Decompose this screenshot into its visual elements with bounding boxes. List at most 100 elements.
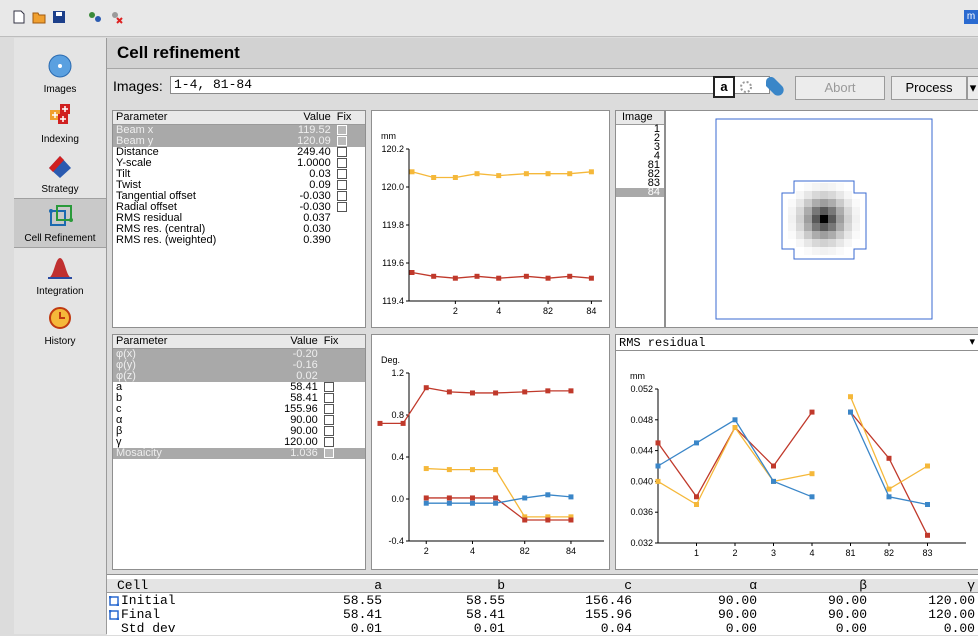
table-row[interactable]: Mosaicity 1.036 (113, 448, 365, 459)
column-header[interactable]: b (497, 579, 505, 592)
fix-checkbox[interactable] (323, 448, 334, 459)
x-tick-label: 84 (566, 546, 576, 556)
table-row[interactable]: c 155.96 (113, 404, 365, 415)
images-input[interactable]: 1-4, 81-84 (170, 76, 770, 94)
cell-value: 0.00 (943, 621, 975, 636)
sidebar-item-strategy[interactable]: Strategy (14, 150, 106, 198)
data-point (655, 478, 661, 484)
column-header[interactable]: γ (967, 579, 975, 592)
cell-link-icon (109, 610, 119, 620)
spinner-icon[interactable] (739, 80, 753, 94)
x-tick-label: 4 (809, 548, 814, 558)
sidebar-item-cell-refinement[interactable]: Cell Refinement (14, 198, 106, 248)
data-point (377, 420, 383, 426)
fix-checkbox[interactable] (323, 382, 334, 393)
sidebar-item-indexing[interactable]: Indexing (14, 100, 106, 148)
spot-pixel (852, 215, 860, 223)
new-file-icon[interactable] (12, 10, 26, 24)
chevron-down-icon[interactable]: ▾ (969, 335, 975, 348)
column-header[interactable]: β (859, 579, 867, 592)
fix-checkbox[interactable] (336, 191, 347, 202)
sidebar-item-history[interactable]: History (14, 302, 106, 350)
table-row[interactable]: φ(z) 0.02 (113, 371, 365, 382)
column-header[interactable]: c (624, 579, 632, 592)
window-badge[interactable]: m (964, 10, 978, 24)
data-point (522, 495, 528, 501)
sidebar-item-images[interactable]: Images (14, 50, 106, 98)
table-row[interactable]: α 90.00 (113, 415, 365, 426)
spot-pixel (812, 199, 820, 207)
images-icon (48, 54, 72, 78)
delete-tool-icon[interactable] (110, 10, 124, 24)
spot-pixel (820, 247, 828, 255)
fix-checkbox[interactable] (336, 202, 347, 213)
column-header[interactable]: Cell (117, 579, 148, 592)
column-header[interactable]: a (374, 579, 382, 592)
spot-pixel (836, 191, 844, 199)
image-list-item[interactable]: 84 (616, 187, 664, 198)
molecule-tool-icon[interactable] (88, 10, 102, 24)
x-tick-label: 81 (845, 548, 855, 558)
data-point (545, 388, 551, 394)
open-folder-icon[interactable] (32, 10, 46, 24)
table-row[interactable]: b 58.41 (113, 393, 365, 404)
cell-value: 0.01 (350, 621, 382, 636)
sidebar-item-integration[interactable]: Integration (14, 252, 106, 300)
column-header-parameter[interactable]: Parameter (113, 111, 274, 125)
process-button[interactable]: Process (891, 76, 967, 100)
fix-checkbox[interactable] (336, 158, 347, 169)
fix-cell (320, 348, 365, 360)
fix-checkbox[interactable] (323, 404, 334, 415)
data-point (493, 390, 499, 396)
abort-button[interactable]: Abort (795, 76, 885, 100)
process-dropdown-toggle[interactable]: ▾ (967, 76, 978, 100)
data-point (809, 471, 815, 477)
table-row[interactable]: β 90.00 (113, 426, 365, 437)
parameter-value: 0.390 (303, 234, 331, 246)
rms-dropdown[interactable]: RMS residual ▾ (616, 335, 978, 351)
a-button[interactable]: a (713, 76, 735, 98)
column-header-fix[interactable]: Fix (320, 335, 365, 349)
fix-checkbox[interactable] (323, 426, 334, 437)
fix-checkbox[interactable] (336, 180, 347, 191)
spot-pixel (836, 183, 844, 191)
column-header-parameter[interactable]: Parameter (113, 335, 236, 349)
table-row[interactable]: Final 58.41 58.41 155.96 90.00 90.00 120.00 (107, 608, 978, 621)
fix-cell (334, 235, 365, 246)
parameter-name: φ(z) (113, 371, 236, 382)
series-line (657, 418, 813, 498)
spot-pixel (804, 231, 812, 239)
beam-position-chart: mm 120.2 120.0 119.8 119.6 119.4 2 4 82 84 (381, 131, 602, 316)
column-header-value[interactable]: Value (235, 335, 321, 349)
table-row[interactable]: RMS res. (weighted) 0.390 (113, 235, 365, 246)
spot-pixel (820, 239, 828, 247)
data-point (848, 394, 853, 400)
parameter-name: Y-scale (116, 157, 152, 169)
fix-checkbox[interactable] (336, 169, 347, 180)
fix-checkbox[interactable] (323, 415, 334, 426)
fix-checkbox[interactable] (323, 393, 334, 404)
spot-pixel (852, 231, 860, 239)
table-row[interactable]: Std dev 0.01 0.01 0.04 0.00 0.00 0.00 (107, 622, 978, 635)
fix-checkbox[interactable] (336, 147, 347, 158)
column-header[interactable]: α (749, 579, 757, 592)
capsule-icon[interactable] (763, 77, 785, 97)
spot-pixel (804, 239, 812, 247)
table-row[interactable]: a 58.41 (113, 382, 365, 393)
spot-pixel (828, 215, 836, 223)
column-header-value[interactable]: Value (273, 111, 334, 125)
table-row[interactable]: Initial 58.55 58.55 156.46 90.00 90.00 120.00 (107, 594, 978, 607)
orientation-chart: Deg. 1.2 0.8 0.4 0.0 -0.4 2 4 82 84 (377, 355, 604, 556)
cell-value: 58.55 (342, 593, 382, 608)
fix-checkbox[interactable] (336, 125, 347, 136)
data-point (588, 169, 594, 175)
table-row[interactable]: φ(y) -0.16 (113, 360, 365, 371)
table-row[interactable]: φ(x) -0.20 (113, 348, 365, 360)
y-tick-label: 0.036 (630, 507, 653, 517)
fix-checkbox[interactable] (336, 136, 347, 147)
series-line (850, 411, 929, 536)
y-tick-label: 0.048 (630, 415, 653, 425)
fix-checkbox[interactable] (323, 437, 334, 448)
column-header-fix[interactable]: Fix (333, 111, 365, 125)
save-icon[interactable] (52, 10, 66, 24)
